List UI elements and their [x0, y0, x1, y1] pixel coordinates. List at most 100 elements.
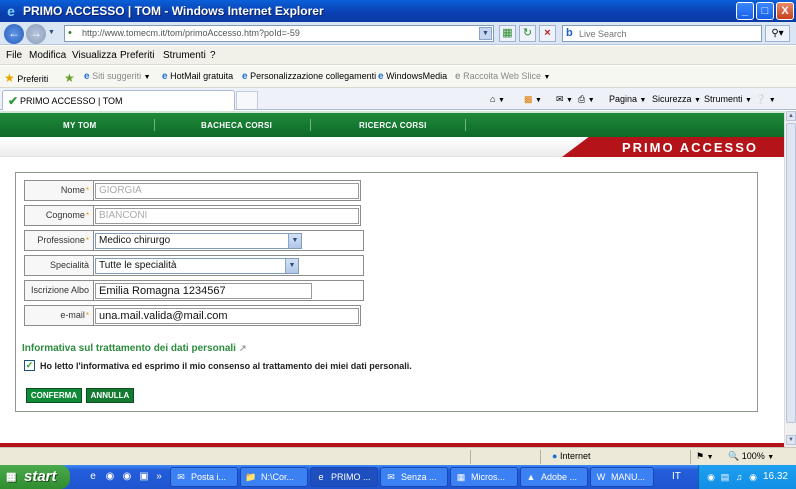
taskbar-button-folder[interactable]: 📁 N:\Cor... — [240, 467, 308, 487]
nav-bacheca-corsi[interactable]: BACHECA CORSI — [201, 121, 272, 130]
required-mark: * — [85, 311, 89, 320]
new-tab-button[interactable] — [236, 91, 258, 109]
back-button[interactable]: ← — [4, 24, 24, 44]
adobe-icon: ▲ — [526, 472, 536, 482]
security-zone[interactable]: ● Internet — [552, 451, 590, 461]
minimize-button[interactable]: _ — [736, 2, 754, 20]
help-icon[interactable]: ❔ ▼ — [755, 94, 776, 105]
menu-file[interactable]: File — [6, 50, 22, 61]
specialita-select[interactable]: Tutte le specialità ▼ — [95, 258, 299, 274]
windows-logo-icon: ▦ — [6, 471, 17, 483]
taskbar-button-microsoft[interactable]: ▦ Micros... — [450, 467, 518, 487]
nav-ricerca-corsi[interactable]: RICERCA CORSI — [359, 121, 427, 130]
start-button[interactable]: ▦ start — [0, 465, 70, 489]
fav-raccolta-web-slice[interactable]: e Raccolta Web Slice ▼ — [455, 71, 550, 82]
clock[interactable]: 16.32 — [763, 471, 788, 482]
taskbar-button-senza[interactable]: ✉ Senza ... — [380, 467, 448, 487]
maximize-button[interactable]: □ — [756, 2, 774, 20]
fav-personalizzazione[interactable]: e Personalizzazione collegamenti — [242, 71, 376, 82]
compatibility-view-icon[interactable]: ▦ — [499, 25, 516, 42]
ie-icon: e — [318, 472, 324, 482]
fav-siti-suggeriti[interactable]: e Siti suggeriti ▼ — [84, 71, 151, 82]
scroll-up-icon[interactable]: ▲ — [786, 111, 796, 121]
page-title: PRIMO ACCESSO — [621, 140, 758, 155]
address-url[interactable]: http://www.tomecm.it/tom/primoAccesso.ht… — [82, 28, 300, 38]
nav-separator — [465, 119, 466, 131]
address-dropdown-icon[interactable]: ▼ — [479, 27, 492, 40]
email-field[interactable]: una.mail.valida@mail.com — [95, 308, 359, 324]
nav-my-tom[interactable]: MY TOM — [63, 121, 97, 130]
quicklaunch-more-icon[interactable]: » — [152, 470, 166, 484]
add-favorite-button[interactable]: ★ — [64, 71, 75, 85]
field-cell: BIANCONI — [93, 205, 361, 226]
tab-primo-accesso[interactable]: ✔ PRIMO ACCESSO | TOM — [2, 90, 235, 110]
mail-icon: ✉ — [177, 472, 185, 482]
tray-volume-icon[interactable]: ♫ — [733, 471, 745, 483]
protected-mode-icon[interactable]: ⚑ ▼ — [696, 451, 714, 462]
chevron-down-icon[interactable]: ▼ — [285, 259, 298, 273]
recent-pages-dropdown-icon[interactable]: ▼ — [48, 29, 55, 36]
iscrizione-albo-input[interactable]: Emilia Romagna 1234567 — [95, 283, 312, 299]
print-icon[interactable]: ⎙ ▼ — [578, 94, 595, 105]
taskbar-button-posta[interactable]: ✉ Posta i... — [170, 467, 238, 487]
vertical-scrollbar[interactable]: ▲ ▼ — [784, 111, 796, 447]
tray-network-icon[interactable]: ▤ — [719, 471, 731, 483]
fav-hotmail[interactable]: e HotMail gratuita — [162, 71, 233, 82]
taskbar: ▦ start e ◉ ◉ ▣ » ✉ Posta i... 📁 N:\Cor...… — [0, 465, 796, 489]
security-menu[interactable]: Sicurezza ▼ — [652, 94, 701, 104]
address-toolbar: ← → ▼ • http://www.tomecm.it/tom/primoAc… — [0, 22, 796, 45]
consent-label: Ho letto l'informativa ed esprimo il mio… — [40, 361, 412, 371]
scrollbar-thumb[interactable] — [786, 123, 796, 423]
tools-menu[interactable]: Strumenti ▼ — [704, 94, 752, 104]
menu-preferiti[interactable]: Preferiti — [120, 50, 154, 61]
stop-icon[interactable]: × — [539, 25, 556, 42]
close-button[interactable]: X — [776, 2, 794, 20]
field-cell: una.mail.valida@mail.com — [93, 305, 361, 326]
menu-visualizza[interactable]: Visualizza — [72, 50, 117, 61]
status-divider — [690, 450, 691, 464]
field-label-specialita: Specialità — [24, 255, 94, 276]
zoom-control[interactable]: 🔍 100% ▼ — [728, 451, 774, 462]
search-box[interactable]: b — [562, 25, 762, 42]
tray-shield-icon[interactable]: ◉ — [747, 471, 759, 483]
nome-input[interactable]: GIORGIA — [95, 183, 359, 199]
page-menu[interactable]: Pagina ▼ — [609, 94, 646, 104]
search-icon[interactable]: ⚲▾ — [765, 25, 790, 42]
privacy-info-link[interactable]: Informativa sul trattamento dei dati per… — [22, 343, 246, 354]
search-input[interactable] — [579, 27, 759, 40]
professione-select[interactable]: Medico chirurgo ▼ — [95, 233, 302, 249]
mail-icon[interactable]: ✉ ▼ — [556, 94, 573, 105]
taskbar-button-primo-accesso[interactable]: e PRIMO ... — [310, 467, 378, 487]
taskbar-button-adobe[interactable]: ▲ Adobe ... — [520, 467, 588, 487]
quicklaunch-outlook-icon[interactable]: ◉ — [103, 470, 117, 484]
refresh-icon[interactable]: ↻ — [519, 25, 536, 42]
quicklaunch-ie-icon[interactable]: e — [86, 470, 100, 484]
cognome-input[interactable]: BIANCONI — [95, 208, 359, 224]
menu-help[interactable]: ? — [210, 50, 216, 61]
fav-windowsmedia[interactable]: e WindowsMedia — [378, 71, 447, 82]
favorites-button[interactable]: ★ Preferiti — [4, 71, 48, 85]
forward-button[interactable]: → — [26, 24, 46, 44]
feeds-icon[interactable]: ▩ ▼ — [524, 94, 542, 105]
tray-app-icon[interactable]: ◉ — [705, 471, 717, 483]
field-label-email: e-mail* — [24, 305, 94, 326]
home-icon[interactable]: ⌂ ▼ — [490, 94, 505, 104]
scroll-down-icon[interactable]: ▼ — [786, 435, 796, 445]
menu-modifica[interactable]: Modifica — [29, 50, 66, 61]
ie-page-icon: e — [162, 71, 168, 82]
address-bar[interactable]: • http://www.tomecm.it/tom/primoAccesso.… — [64, 25, 494, 42]
confirm-button[interactable]: CONFERMA — [26, 388, 82, 403]
bing-logo-icon: b — [566, 27, 573, 39]
chevron-down-icon[interactable]: ▼ — [288, 234, 301, 248]
status-bar: ● Internet ⚑ ▼ 🔍 100% ▼ — [0, 447, 796, 465]
nav-separator — [154, 119, 155, 131]
menu-strumenti[interactable]: Strumenti — [163, 50, 206, 61]
quicklaunch-media-icon[interactable]: ◉ — [120, 470, 134, 484]
web-page: MY TOM BACHECA CORSI RICERCA CORSI PRIMO… — [0, 111, 784, 447]
taskbar-button-manuale[interactable]: W MANU... — [590, 467, 654, 487]
ie-page-icon: e — [84, 71, 90, 82]
language-indicator[interactable]: IT — [672, 471, 681, 482]
cancel-button[interactable]: ANNULLA — [86, 388, 134, 403]
consent-checkbox[interactable]: ✓ — [24, 360, 35, 371]
quicklaunch-desktop-icon[interactable]: ▣ — [137, 470, 151, 484]
